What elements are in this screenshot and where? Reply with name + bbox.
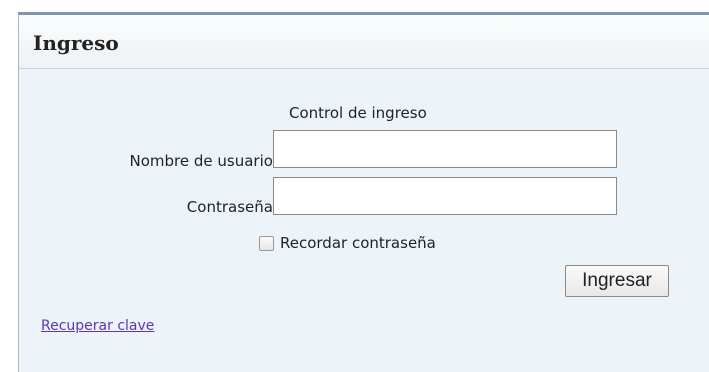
recover-password-link[interactable]: Recuperar clave xyxy=(41,318,154,334)
username-label: Nombre de usuario: xyxy=(129,152,278,170)
login-panel: Ingreso Control de ingreso Nombre de usu… xyxy=(18,12,709,372)
login-button[interactable]: Ingresar xyxy=(565,265,669,297)
panel-header: Ingreso xyxy=(19,15,709,69)
remember-label[interactable]: Recordar contraseña xyxy=(280,234,436,252)
remember-checkbox[interactable] xyxy=(259,235,274,251)
panel-title: Ingreso xyxy=(33,31,119,55)
password-label: Contraseña: xyxy=(186,198,278,216)
form-caption: Control de ingreso xyxy=(289,104,427,122)
remember-row: Recordar contraseña xyxy=(259,234,436,252)
username-input[interactable] xyxy=(273,130,617,168)
password-input[interactable] xyxy=(273,177,617,215)
